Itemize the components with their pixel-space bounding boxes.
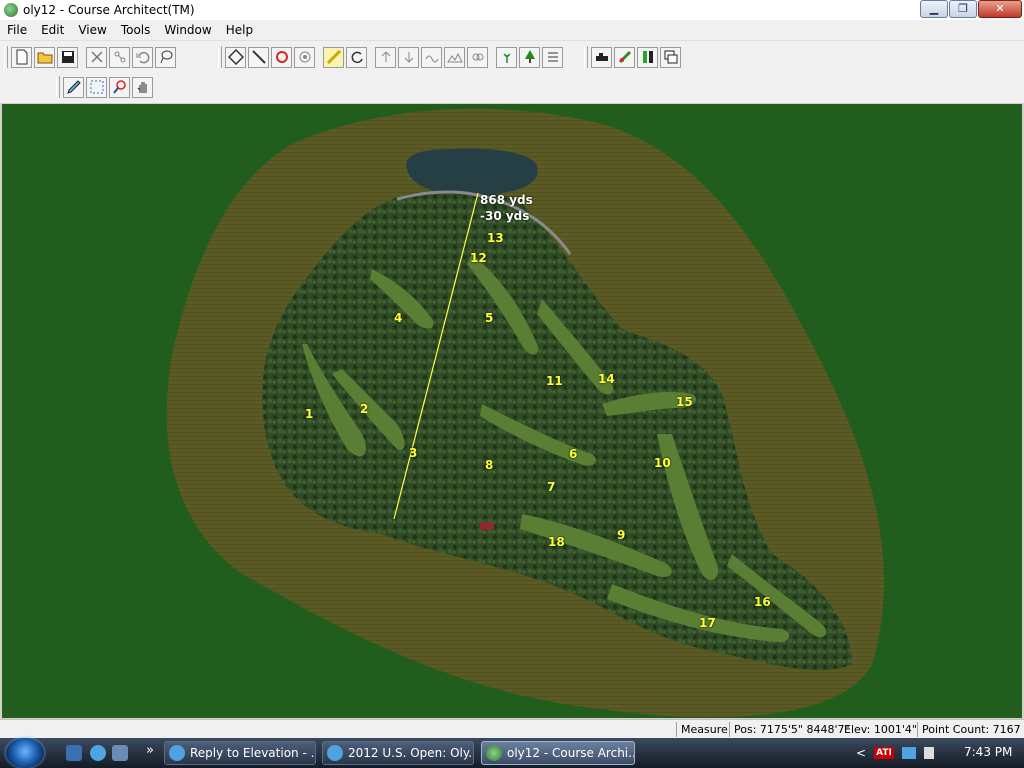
restore-button[interactable]: ❐ — [949, 0, 977, 18]
hole-label-6: 6 — [569, 447, 578, 461]
course-map-canvas[interactable]: 868 yds -30 yds 1 2 3 4 5 6 7 8 9 10 11 12 13 14 15 16 1… — [2, 104, 1022, 718]
rotate-icon[interactable] — [346, 46, 367, 68]
object-icon[interactable] — [637, 46, 658, 68]
menu-tools[interactable]: Tools — [114, 23, 158, 37]
task-label: 2012 U.S. Open: Oly... — [348, 746, 474, 760]
quick-launch-expand-icon[interactable]: » — [146, 743, 154, 758]
minimize-button[interactable]: ▁ — [920, 0, 948, 18]
save-icon[interactable] — [57, 46, 78, 68]
tree-icon[interactable] — [519, 46, 540, 68]
status-point-count: Point Count: 7167 — [917, 722, 1024, 737]
hole-label-10: 10 — [654, 456, 671, 470]
status-position: Pos: 7175'5" 8448'7" — [729, 722, 854, 737]
object-toolbar — [580, 44, 683, 70]
hole-label-16: 16 — [754, 595, 771, 609]
menu-window[interactable]: Window — [157, 23, 218, 37]
list-icon[interactable] — [542, 46, 563, 68]
lasso-icon[interactable] — [155, 46, 176, 68]
title-bar: oly12 - Course Architect(TM) ▁ ❐ ✕ — [0, 0, 1024, 21]
hole-label-4: 4 — [394, 311, 403, 325]
ati-tray-icon[interactable]: ATI — [874, 747, 894, 759]
file-toolbar — [0, 44, 178, 70]
lower-icon[interactable] — [398, 46, 419, 68]
measure-distance: 868 yds — [480, 193, 533, 207]
smooth-icon[interactable] — [421, 46, 442, 68]
measure-elevation: -30 yds — [480, 209, 530, 223]
show-desktop-icon[interactable] — [66, 745, 82, 761]
pencil-icon[interactable] — [63, 76, 84, 98]
lake — [406, 148, 538, 195]
hole-label-5: 5 — [485, 311, 494, 325]
hole-label-7: 7 — [547, 480, 556, 494]
hole-label-8: 8 — [485, 458, 494, 472]
task-label: oly12 - Course Archi... — [507, 746, 635, 760]
task-course-architect[interactable]: oly12 - Course Archi... — [481, 741, 635, 765]
hand-icon[interactable] — [132, 76, 153, 98]
task-reply-to-elevation[interactable]: Reply to Elevation - ... — [164, 741, 316, 765]
blend-icon[interactable] — [467, 46, 488, 68]
raise-icon[interactable] — [375, 46, 396, 68]
circle-tool-icon[interactable] — [271, 46, 292, 68]
hole-label-1: 1 — [305, 407, 314, 421]
new-file-icon[interactable] — [11, 46, 32, 68]
hole-label-18: 18 — [548, 535, 565, 549]
zoom-icon[interactable] — [109, 76, 130, 98]
internet-explorer-icon — [327, 745, 343, 761]
clock[interactable]: 7:43 PM — [964, 745, 1012, 759]
status-elevation: Elev: 1001'4" — [844, 723, 917, 736]
taskbar: » Reply to Elevation - ... 2012 U.S. Ope… — [0, 738, 1024, 768]
stamp-icon[interactable] — [294, 46, 315, 68]
select-box-icon[interactable] — [86, 76, 107, 98]
volume-icon[interactable] — [923, 747, 934, 759]
hole-label-9: 9 — [617, 528, 626, 542]
system-tray: < ATI — [856, 742, 942, 764]
undo-icon[interactable] — [132, 46, 153, 68]
tray-expand-icon[interactable]: < — [856, 746, 866, 760]
hole-label-11: 11 — [546, 374, 563, 388]
cut-icon[interactable] — [86, 46, 107, 68]
task-us-open[interactable]: 2012 U.S. Open: Oly... — [322, 741, 474, 765]
menu-file[interactable]: File — [0, 23, 34, 37]
clubhouse — [480, 522, 494, 530]
golfer-icon[interactable] — [591, 46, 612, 68]
window-title: oly12 - Course Architect(TM) — [23, 3, 195, 17]
terrain-icon[interactable] — [444, 46, 465, 68]
edit-toolbar — [214, 44, 565, 70]
hole-label-13: 13 — [487, 231, 504, 245]
status-mode: Measure — [676, 722, 732, 737]
windows-icon[interactable] — [660, 46, 681, 68]
menu-view[interactable]: View — [71, 23, 113, 37]
hole-label-14: 14 — [598, 372, 615, 386]
menu-help[interactable]: Help — [219, 23, 260, 37]
open-folder-icon[interactable] — [34, 46, 55, 68]
view-toolbar — [52, 74, 155, 100]
link-nodes-icon[interactable] — [109, 46, 130, 68]
network-icon[interactable] — [901, 747, 916, 759]
app-logo-icon — [486, 745, 502, 761]
node-select-icon[interactable] — [225, 46, 246, 68]
internet-explorer-icon — [169, 745, 185, 761]
task-label: Reply to Elevation - ... — [190, 746, 316, 760]
menu-bar: File Edit View Tools Window Help — [0, 20, 1024, 40]
switch-windows-icon[interactable] — [112, 745, 128, 761]
hole-label-15: 15 — [676, 395, 693, 409]
status-bar: Measure Pos: 7175'5" 8448'7" Elev: 1001'… — [0, 719, 1024, 739]
internet-explorer-icon[interactable] — [90, 745, 106, 761]
line-tool-icon[interactable] — [248, 46, 269, 68]
window-controls: ▁ ❐ ✕ — [919, 0, 1022, 18]
close-button[interactable]: ✕ — [978, 0, 1022, 18]
app-logo-icon — [4, 3, 18, 17]
menu-edit[interactable]: Edit — [34, 23, 71, 37]
hole-label-3: 3 — [409, 446, 418, 460]
hole-label-2: 2 — [360, 402, 369, 416]
hole-label-12: 12 — [470, 251, 487, 265]
plant-icon[interactable] — [496, 46, 517, 68]
hole-label-17: 17 — [699, 616, 716, 630]
start-button[interactable] — [6, 738, 44, 768]
path-icon[interactable] — [614, 46, 635, 68]
measure-icon[interactable] — [323, 46, 344, 68]
toolbar-area — [0, 40, 1024, 103]
